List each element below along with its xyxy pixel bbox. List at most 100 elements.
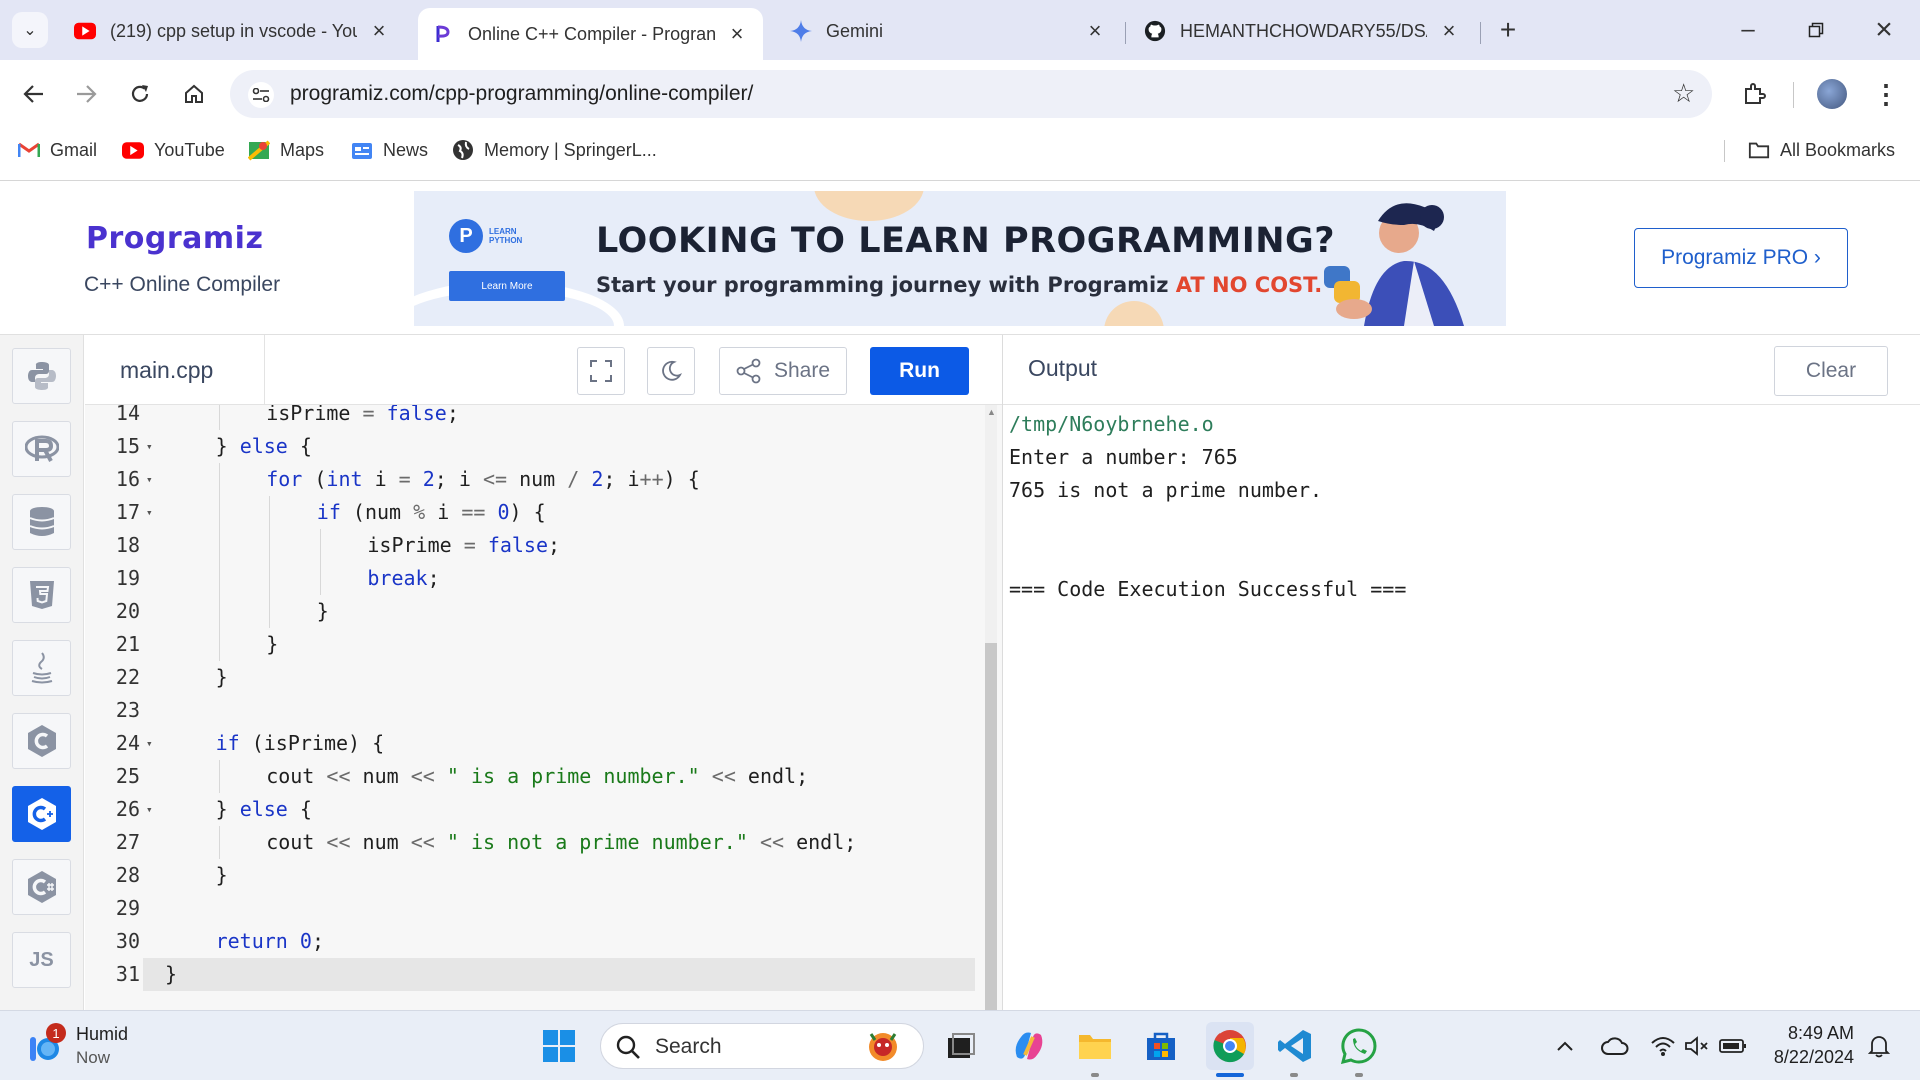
clear-button[interactable]: Clear — [1774, 346, 1888, 396]
task-view-button[interactable] — [940, 1025, 982, 1067]
minimize-button[interactable]: – — [1730, 12, 1766, 48]
code-line[interactable]: 24 ▾ if (isPrime) { — [85, 727, 975, 760]
bookmark-gmail[interactable]: Gmail — [18, 136, 97, 164]
lang-sql[interactable] — [12, 494, 71, 550]
tab-title: HEMANTHCHOWDARY55/DSAC — [1180, 20, 1427, 41]
bookmark-youtube[interactable]: YouTube — [122, 136, 225, 164]
lang-html[interactable] — [12, 567, 71, 623]
forward-button[interactable] — [68, 76, 104, 112]
fold-arrow-icon[interactable]: ▾ — [146, 430, 153, 463]
bookmark-memory[interactable]: Memory | SpringerL... — [452, 136, 657, 164]
star-icon[interactable]: ☆ — [1672, 78, 1695, 109]
banner-subtitle-main: Start your programming journey with Prog… — [596, 273, 1176, 297]
fold-arrow-icon[interactable]: ▾ — [146, 793, 153, 826]
fold-arrow-icon[interactable]: ▾ — [146, 496, 153, 529]
fold-arrow-icon[interactable]: ▾ — [146, 727, 153, 760]
taskbar-search[interactable]: Search — [600, 1023, 924, 1069]
run-button[interactable]: Run — [870, 347, 969, 395]
restore-button[interactable] — [1798, 12, 1834, 48]
toolbar-divider — [1793, 82, 1794, 108]
ad-banner[interactable]: P LEARN PYTHON Learn More LOOKING TO LEA… — [414, 191, 1506, 326]
active-indicator — [1091, 1073, 1099, 1077]
whatsapp-button[interactable] — [1338, 1025, 1380, 1067]
code-token: int — [326, 467, 363, 491]
code-line[interactable]: 28} — [85, 859, 975, 892]
output-header: Output Clear — [1003, 335, 1920, 405]
new-tab-button[interactable]: + — [1490, 12, 1526, 48]
close-icon[interactable]: × — [1437, 18, 1461, 44]
programiz-logo[interactable]: Programiz — [86, 221, 263, 256]
reload-button[interactable] — [122, 76, 158, 112]
code-text: } — [165, 958, 177, 991]
store-button[interactable] — [1140, 1025, 1182, 1067]
output-console[interactable]: /tmp/N6oybrnehe.o Enter a number: 765 765 … — [1003, 405, 1920, 1010]
active-indicator — [1290, 1073, 1298, 1077]
code-line[interactable]: 31} — [116, 958, 975, 991]
extensions-button[interactable] — [1736, 76, 1772, 112]
onedrive-button[interactable] — [1594, 1025, 1636, 1067]
home-button[interactable] — [176, 76, 212, 112]
line-number: 28 — [115, 863, 140, 887]
weather-sub: Now — [76, 1048, 111, 1067]
file-tab[interactable]: main.cpp — [85, 335, 265, 405]
share-button[interactable]: Share — [719, 347, 847, 395]
fold-arrow-icon[interactable]: ▾ — [146, 463, 153, 496]
code-token: } — [215, 434, 240, 458]
weather-widget[interactable]: 1 Humid Now — [26, 1021, 166, 1071]
code-line[interactable]: 29 — [85, 892, 975, 925]
close-icon[interactable]: × — [725, 21, 749, 47]
tab-github[interactable]: HEMANTHCHOWDARY55/DSAC × — [1130, 8, 1475, 54]
address-bar[interactable]: programiz.com/cpp-programming/online-com… — [230, 70, 1712, 118]
lang-r[interactable] — [12, 421, 71, 477]
programiz-pro-button[interactable]: Programiz PRO › — [1634, 228, 1848, 288]
show-hidden-icons-button[interactable] — [1544, 1025, 1586, 1067]
code-line[interactable]: 30 return 0; — [85, 925, 975, 958]
editor-scrollbar[interactable] — [985, 643, 997, 1010]
fullscreen-button[interactable] — [577, 347, 625, 395]
scroll-up-icon[interactable]: ▲ — [987, 407, 996, 417]
code-token: else — [239, 797, 288, 821]
menu-button[interactable]: ⋮ — [1868, 76, 1904, 112]
store-icon — [1147, 1032, 1175, 1060]
bookmark-maps[interactable]: Maps — [248, 136, 324, 164]
code-line[interactable]: 22} — [85, 661, 975, 694]
theme-toggle-button[interactable] — [647, 347, 695, 395]
lang-csharp[interactable] — [12, 859, 71, 915]
lang-c[interactable] — [12, 713, 71, 769]
file-explorer-button[interactable] — [1074, 1025, 1116, 1067]
tab-search-button[interactable]: ⌄ — [12, 12, 48, 48]
tab-gemini[interactable]: Gemini × — [776, 8, 1121, 54]
bookmarks-divider — [1724, 140, 1725, 162]
close-icon[interactable]: × — [367, 18, 391, 44]
code-line[interactable]: 23 — [85, 694, 975, 727]
tab-youtube[interactable]: (219) cpp setup in vscode - You × — [60, 8, 405, 54]
lang-java[interactable] — [12, 640, 71, 696]
clock[interactable]: 8:49 AM 8/22/2024 — [1768, 1021, 1854, 1069]
maps-icon — [248, 139, 270, 161]
code-line[interactable]: 15 ▾} else { — [85, 430, 975, 463]
code-line[interactable]: 26 ▾} else { — [85, 793, 975, 826]
copilot-button[interactable] — [1008, 1025, 1050, 1067]
gmail-icon — [18, 139, 40, 161]
window-close-button[interactable]: × — [1866, 12, 1902, 48]
site-info-icon[interactable] — [248, 82, 274, 108]
battery-button[interactable] — [1712, 1025, 1754, 1067]
lang-js[interactable]: JS — [12, 932, 71, 988]
indent-guide — [319, 529, 321, 562]
vscode-button[interactable] — [1274, 1025, 1316, 1067]
back-button[interactable] — [16, 76, 52, 112]
all-bookmarks-button[interactable]: All Bookmarks — [1748, 136, 1895, 164]
line-number: 16 — [115, 467, 140, 491]
close-icon[interactable]: × — [1083, 18, 1107, 44]
profile-avatar[interactable] — [1814, 76, 1850, 112]
lang-cpp[interactable] — [12, 786, 71, 842]
tab-programiz[interactable]: Online C++ Compiler - Progran × — [418, 8, 763, 60]
lang-python[interactable] — [12, 348, 71, 404]
chrome-button[interactable] — [1206, 1022, 1254, 1070]
notifications-button[interactable] — [1858, 1025, 1900, 1067]
code-token: 0 — [497, 500, 510, 524]
start-button[interactable] — [538, 1025, 580, 1067]
learn-more-button[interactable]: Learn More — [449, 271, 565, 301]
bookmark-news[interactable]: News — [351, 136, 428, 164]
code-editor[interactable]: 14 isPrime = false; 15 ▾} else {16 ▾ for (int… — [85, 405, 1002, 1010]
